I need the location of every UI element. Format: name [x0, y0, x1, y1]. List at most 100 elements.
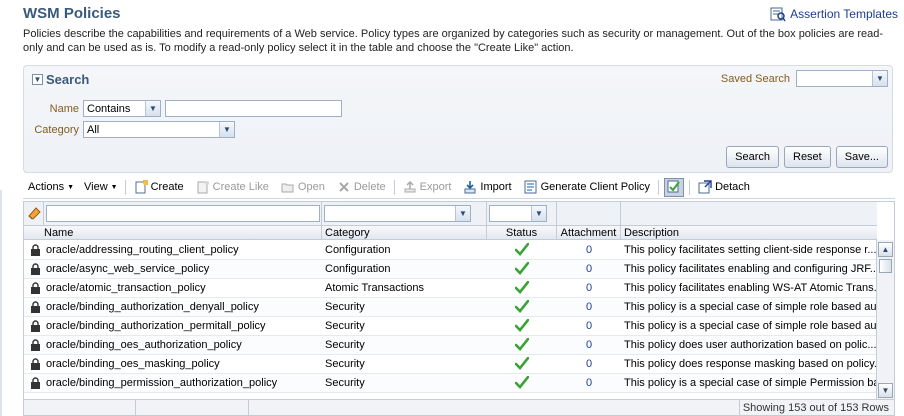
search-heading: Search [46, 72, 90, 87]
eraser-icon[interactable] [26, 205, 42, 221]
policy-name: oracle/addressing_routing_client_policy [46, 244, 239, 256]
policies-table: ▼ ▼ Name Category Status Attachment Desc… [23, 201, 895, 400]
create-like-icon [197, 181, 209, 194]
open-button[interactable]: Open [275, 180, 331, 194]
chevron-down-icon: ▼ [219, 122, 234, 137]
assertion-templates-link[interactable]: Assertion Templates [770, 6, 898, 22]
policy-name: oracle/binding_oes_authorization_policy [46, 339, 242, 351]
table-footer: Showing 153 out of 153 Rows [23, 400, 895, 416]
checkmark-icon [514, 375, 530, 389]
clear-filter-cell [24, 202, 44, 225]
name-filter-input[interactable] [46, 205, 320, 222]
attachment-count[interactable]: 0 [557, 298, 621, 316]
table-row[interactable]: oracle/binding_permission_authorization_… [24, 374, 877, 393]
category-filter-cell: ▼ [322, 202, 487, 225]
name-label: Name [49, 102, 79, 115]
delete-button[interactable]: Delete [331, 180, 392, 194]
policy-category: Security [325, 377, 365, 389]
table-row[interactable]: oracle/binding_authorization_permitall_p… [24, 317, 877, 336]
table-row[interactable]: oracle/async_web_service_policy Configura… [24, 260, 877, 279]
create-like-label: Create Like [212, 181, 269, 193]
filter-icon [667, 180, 680, 193]
table-row[interactable]: oracle/binding_oes_masking_policy Securit… [24, 355, 877, 374]
query-by-example-toggle[interactable] [664, 177, 685, 197]
import-label: Import [480, 181, 512, 193]
column-header-description[interactable]: Description [621, 226, 877, 239]
column-header-category[interactable]: Category [322, 226, 487, 239]
policy-category: Security [325, 358, 365, 370]
saved-search-select[interactable]: ▼ [796, 70, 888, 87]
attachment-count[interactable]: 0 [557, 260, 621, 278]
search-header[interactable]: ▼ Search [32, 72, 89, 87]
detach-icon [698, 180, 712, 194]
folder-open-icon [281, 183, 294, 193]
name-operator-select[interactable]: Contains ▼ [83, 100, 161, 117]
create-like-button[interactable]: Create Like [190, 180, 275, 194]
reset-button[interactable]: Reset [784, 146, 831, 168]
generate-client-policy-button[interactable]: Generate Client Policy [518, 180, 656, 194]
attachment-filter-cell [557, 202, 621, 225]
import-button[interactable]: Import [457, 180, 517, 194]
toolbar-separator [689, 179, 691, 195]
attachment-count[interactable]: 0 [557, 336, 621, 354]
detach-label: Detach [715, 181, 750, 193]
toolbar-separator [658, 179, 660, 195]
toolbar-separator [393, 179, 395, 195]
actions-menu[interactable]: Actions ▼ [23, 181, 79, 193]
scroll-up-icon[interactable]: ▲ [878, 242, 893, 257]
search-panel: ▼ Search Saved Search ▼ Name Contains ▼ … [23, 65, 893, 173]
filter-row: ▼ ▼ [24, 202, 877, 226]
status-cell [487, 336, 557, 354]
save-search-button[interactable]: Save... [835, 146, 888, 168]
generate-policy-icon [524, 180, 537, 194]
saved-search-label: Saved Search [720, 72, 790, 85]
assertion-templates-label[interactable]: Assertion Templates [790, 7, 898, 21]
policy-category: Configuration [325, 263, 391, 275]
category-field-row: Category All ▼ [24, 121, 235, 138]
policy-category: Security [325, 301, 365, 313]
table-row[interactable]: oracle/addressing_routing_client_policy C… [24, 241, 877, 260]
policy-description: This policy does response masking based … [624, 358, 877, 370]
scroll-thumb[interactable] [879, 259, 892, 273]
attachment-count[interactable]: 0 [557, 374, 621, 392]
open-label: Open [297, 181, 325, 193]
scroll-down-icon[interactable]: ▼ [878, 383, 893, 398]
import-icon [464, 181, 476, 194]
status-filter-select[interactable]: ▼ [489, 205, 547, 222]
policy-description: This policy facilitates enabling and con… [624, 263, 877, 275]
attachment-count[interactable]: 0 [557, 355, 621, 373]
column-header-name[interactable]: Name [24, 226, 322, 239]
search-button[interactable]: Search [726, 146, 779, 168]
collapse-icon[interactable]: ▼ [32, 74, 43, 85]
table-row[interactable]: oracle/binding_oes_authorization_policy S… [24, 336, 877, 355]
page-title: WSM Policies [23, 5, 121, 22]
category-select[interactable]: All ▼ [83, 121, 235, 138]
view-menu[interactable]: View ▼ [79, 181, 123, 193]
category-filter-select[interactable]: ▼ [324, 205, 471, 222]
column-header-attachment[interactable]: Attachment [557, 226, 621, 239]
export-icon [404, 180, 416, 193]
table-row[interactable]: oracle/atomic_transaction_policy Atomic T… [24, 279, 877, 298]
table-row[interactable]: oracle/binding_authorization_denyall_pol… [24, 298, 877, 317]
status-cell [487, 317, 557, 335]
row-count: Showing 153 out of 153 Rows [742, 402, 889, 414]
actions-label: Actions [28, 181, 65, 193]
status-cell [487, 355, 557, 373]
create-button[interactable]: Create [128, 180, 190, 194]
footer-divider [739, 400, 740, 416]
name-field-row: Name Contains ▼ [24, 100, 342, 117]
vertical-scrollbar[interactable]: ▲ ▼ [876, 240, 894, 399]
policy-description: This policy facilitates enabling WS-AT A… [624, 282, 877, 294]
chevron-down-icon: ▼ [145, 101, 160, 116]
policy-category: Security [325, 320, 365, 332]
export-button[interactable]: Export [397, 180, 458, 194]
attachment-count[interactable]: 0 [557, 279, 621, 297]
attachment-count[interactable]: 0 [557, 241, 621, 259]
attachment-count[interactable]: 0 [557, 317, 621, 335]
chevron-down-icon: ▼ [872, 71, 887, 86]
search-buttons: Search Reset Save... [726, 146, 888, 168]
name-input[interactable] [165, 100, 342, 117]
delete-icon [339, 182, 349, 192]
detach-button[interactable]: Detach [692, 180, 756, 194]
column-header-status[interactable]: Status [487, 226, 557, 239]
